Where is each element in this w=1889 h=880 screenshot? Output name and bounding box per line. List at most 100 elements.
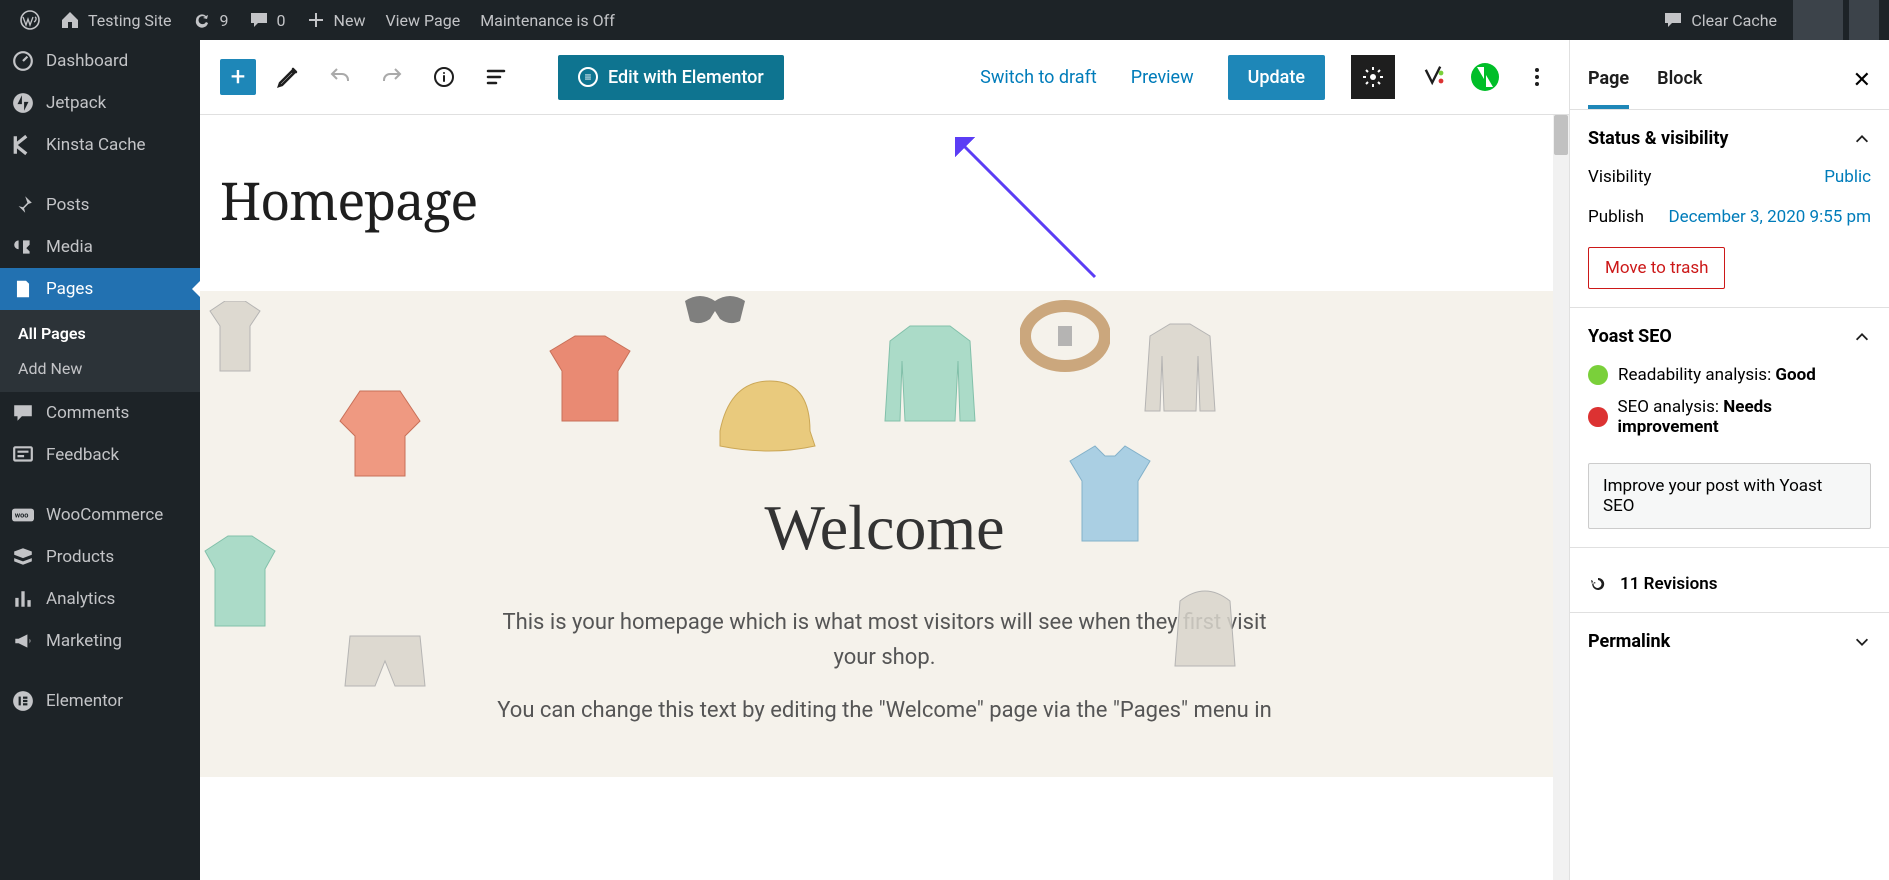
hero-paragraph-2: You can change this text by editing the … [495, 693, 1275, 728]
sidebar-item-dashboard[interactable]: Dashboard [0, 40, 200, 82]
pencil-icon [276, 65, 300, 89]
hero-block[interactable]: Welcome This is your homepage which is w… [200, 291, 1569, 777]
wordpress-icon [20, 10, 40, 30]
sidebar-label: Elementor [46, 691, 123, 711]
shorts-icon [340, 631, 430, 691]
tshirt-icon [540, 331, 640, 431]
comments-link[interactable]: 0 [239, 0, 296, 40]
preview-button[interactable]: Preview [1131, 67, 1194, 88]
dashboard-icon [12, 50, 34, 72]
tshirt-icon [200, 301, 270, 381]
yoast-button[interactable] [1421, 65, 1445, 89]
wp-logo[interactable] [10, 0, 50, 40]
switch-to-draft-button[interactable]: Switch to draft [980, 67, 1097, 88]
elementor-icon [12, 690, 34, 712]
outline-button[interactable] [476, 57, 516, 97]
sidebar-sub-add-new[interactable]: Add New [0, 351, 200, 386]
close-panel-button[interactable]: ✕ [1853, 68, 1871, 93]
clear-cache-link[interactable]: Clear Cache [1653, 0, 1787, 40]
yoast-icon [1421, 65, 1445, 89]
section-title: Yoast SEO [1588, 326, 1672, 347]
sidebar-item-comments[interactable]: Comments [0, 392, 200, 434]
sidebar-label: Media [46, 237, 93, 257]
section-title: Status & visibility [1588, 128, 1728, 149]
list-icon [484, 65, 508, 89]
info-button[interactable] [424, 57, 464, 97]
sidebar-label: Pages [46, 279, 93, 299]
refresh-link[interactable]: 9 [182, 0, 239, 40]
page-title[interactable]: Homepage [200, 115, 1569, 291]
editor-toolbar: + ≡ Edit with Elementor [200, 40, 1569, 115]
sidebar-item-kinsta[interactable]: Kinsta Cache [0, 124, 200, 166]
redo-icon [380, 65, 404, 89]
jetpack-icon [12, 92, 34, 114]
pin-icon [12, 194, 34, 216]
sidebar-item-woocommerce[interactable]: woo WooCommerce [0, 494, 200, 536]
tab-page[interactable]: Page [1588, 52, 1629, 109]
more-vertical-icon [1525, 65, 1549, 89]
hero-paragraph-1: This is your homepage which is what most… [495, 605, 1275, 675]
new-link[interactable]: New [296, 0, 376, 40]
sidebar-item-media[interactable]: Media [0, 226, 200, 268]
status-visibility-header[interactable]: Status & visibility [1588, 128, 1871, 149]
status-visibility-section: Status & visibility Visibility Public Pu… [1570, 110, 1889, 308]
media-icon [12, 236, 34, 258]
update-button[interactable]: Update [1228, 55, 1325, 100]
comment-icon [12, 402, 34, 424]
improve-yoast-button[interactable]: Improve your post with Yoast SEO [1588, 463, 1871, 529]
site-name: Testing Site [88, 11, 172, 30]
smiley-good-icon [1588, 365, 1608, 385]
edit-with-elementor-button[interactable]: ≡ Edit with Elementor [558, 55, 784, 100]
publish-row: Publish December 3, 2020 9:55 pm [1588, 207, 1871, 227]
yoast-header[interactable]: Yoast SEO [1588, 326, 1871, 347]
user-avatar-placeholder-2[interactable] [1849, 0, 1879, 40]
editor-canvas[interactable]: Homepage [200, 115, 1569, 880]
publish-value[interactable]: December 3, 2020 9:55 pm [1668, 207, 1871, 227]
sidebar-item-elementor[interactable]: Elementor [0, 680, 200, 722]
undo-button[interactable] [320, 57, 360, 97]
sidebar-item-jetpack[interactable]: Jetpack [0, 82, 200, 124]
sidebar-item-marketing[interactable]: Marketing [0, 620, 200, 662]
yoast-section: Yoast SEO Readability analysis: Good SEO… [1570, 308, 1889, 548]
sidebar-item-posts[interactable]: Posts [0, 184, 200, 226]
analytics-icon [12, 588, 34, 610]
seo-row[interactable]: SEO analysis: Needs improvement [1588, 397, 1871, 437]
sidebar-label: Marketing [46, 631, 122, 651]
redo-button[interactable] [372, 57, 412, 97]
sidebar-item-analytics[interactable]: Analytics [0, 578, 200, 620]
tshirt-icon [330, 381, 430, 481]
settings-button[interactable] [1351, 55, 1395, 99]
jetpack-button[interactable] [1471, 63, 1499, 91]
sidebar-item-products[interactable]: Products [0, 536, 200, 578]
visibility-value[interactable]: Public [1824, 167, 1871, 187]
user-avatar-placeholder[interactable] [1793, 0, 1843, 40]
refresh-count: 9 [220, 11, 229, 30]
maintenance-link[interactable]: Maintenance is Off [470, 0, 625, 40]
sidebar-item-pages[interactable]: Pages [0, 268, 200, 310]
permalink-header[interactable]: Permalink [1588, 631, 1871, 652]
history-icon [1588, 574, 1608, 594]
more-options-button[interactable] [1525, 65, 1549, 89]
site-name-link[interactable]: Testing Site [50, 0, 182, 40]
tab-block[interactable]: Block [1657, 52, 1702, 109]
info-icon [432, 65, 456, 89]
canvas-scrollbar[interactable] [1553, 115, 1569, 880]
sidebar-sub-all-pages[interactable]: All Pages [0, 316, 200, 351]
pages-icon [12, 278, 34, 300]
edit-mode-button[interactable] [268, 57, 308, 97]
add-block-button[interactable]: + [220, 59, 256, 95]
visibility-row: Visibility Public [1588, 167, 1871, 187]
move-to-trash-button[interactable]: Move to trash [1588, 247, 1725, 289]
readability-row[interactable]: Readability analysis: Good [1588, 365, 1871, 385]
revisions-link[interactable]: 11 Revisions [1588, 574, 1871, 594]
sidebar-label: Posts [46, 195, 89, 215]
sidebar-label: Products [46, 547, 114, 567]
feedback-icon [12, 444, 34, 466]
elementor-label: Edit with Elementor [608, 67, 764, 88]
view-page-link[interactable]: View Page [375, 0, 470, 40]
panel-tabs: Page Block ✕ [1570, 52, 1889, 110]
comment-icon [1663, 10, 1683, 30]
sidebar-item-feedback[interactable]: Feedback [0, 434, 200, 476]
visibility-label: Visibility [1588, 167, 1651, 187]
sunglasses-icon [680, 291, 750, 331]
